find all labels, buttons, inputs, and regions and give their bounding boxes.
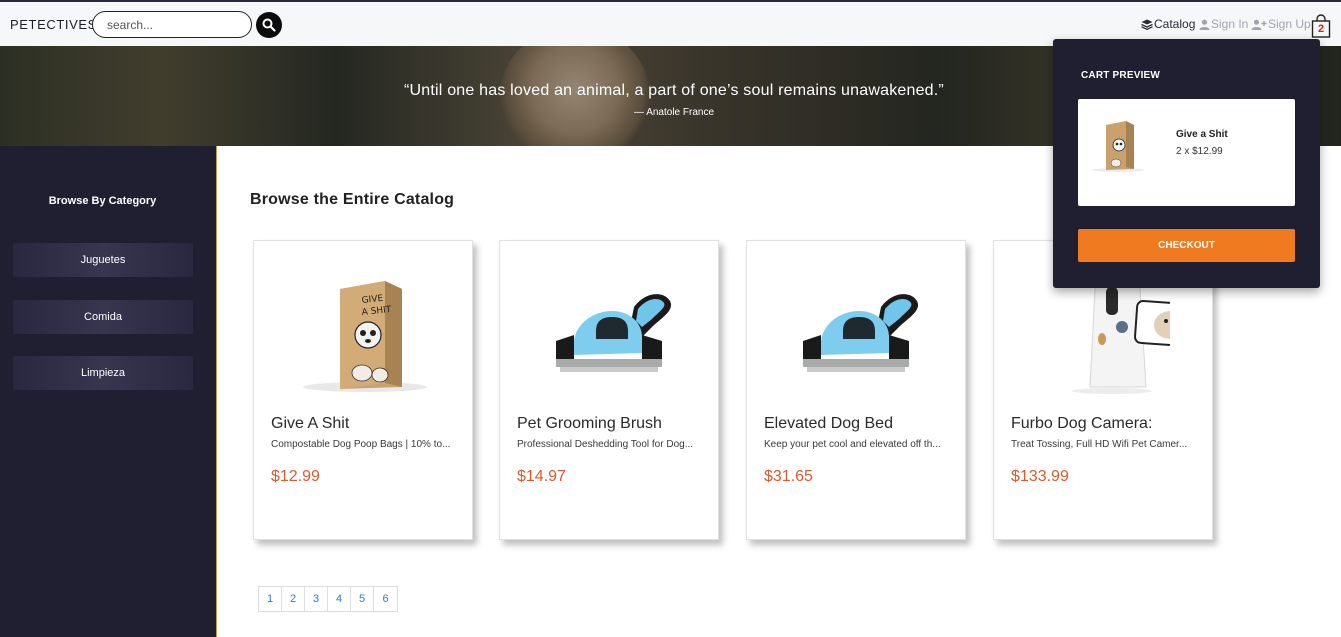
category-item-limpieza[interactable]: Limpieza xyxy=(13,356,193,390)
cart-item[interactable]: Give a Shit 2 x $12.99 xyxy=(1078,99,1295,206)
product-price: $12.99 xyxy=(271,468,320,485)
sidebar-title: Browse By Category xyxy=(48,195,157,207)
product-price: $14.97 xyxy=(517,468,566,485)
product-description: Treat Tossing, Full HD Wifi Pet Camer... xyxy=(1011,439,1188,450)
page-link-5[interactable]: 5 xyxy=(351,587,374,611)
checkout-button[interactable]: CHECKOUT xyxy=(1078,229,1295,262)
product-name: Furbo Dog Camera: xyxy=(1011,415,1153,432)
layers-icon xyxy=(1141,19,1153,30)
page-link-1[interactable]: 1 xyxy=(259,587,282,611)
product-card[interactable]: GIVE A SHIT Give A Shit Compostable Dog … xyxy=(253,240,473,540)
product-card[interactable]: Elevated Dog Bed Keep your pet cool and … xyxy=(746,240,966,540)
product-description: Professional Deshedding Tool for Dog... xyxy=(517,439,694,450)
brand-logo[interactable]: PETECTIVES xyxy=(10,17,97,32)
cart-preview-title: CART PREVIEW xyxy=(1081,70,1161,81)
cart-count-badge: 2 xyxy=(1317,23,1325,35)
category-sidebar: Browse By Category Juguetes Comida Limpi… xyxy=(0,146,217,637)
cart-preview-panel: CART PREVIEW Give a Shit 2 x $12.99 CHEC… xyxy=(1053,39,1320,288)
product-price: $31.65 xyxy=(764,468,813,485)
search-icon xyxy=(262,18,276,32)
user-icon xyxy=(1199,19,1210,30)
cart-item-quantity-price: 2 x $12.99 xyxy=(1176,146,1223,157)
nav-signup-label: Sign Up xyxy=(1268,17,1311,31)
product-description: Keep your pet cool and elevated off th..… xyxy=(764,439,941,450)
page-link-4[interactable]: 4 xyxy=(328,587,351,611)
search-button[interactable] xyxy=(256,12,282,38)
product-card[interactable]: Pet Grooming Brush Professional Desheddi… xyxy=(499,240,719,540)
product-image-poop-bags: GIVE A SHIT xyxy=(303,281,427,392)
product-name: Give A Shit xyxy=(271,415,350,432)
pagination: 1 2 3 4 5 6 xyxy=(258,586,398,612)
page-title: Browse the Entire Catalog xyxy=(250,191,455,208)
user-plus-icon xyxy=(1251,19,1267,30)
product-name: Elevated Dog Bed xyxy=(764,415,893,432)
cart-item-name: Give a Shit xyxy=(1176,129,1228,140)
page-link-2[interactable]: 2 xyxy=(282,587,305,611)
category-item-comida[interactable]: Comida xyxy=(13,300,193,334)
product-name: Pet Grooming Brush xyxy=(517,415,662,432)
nav-signin-link[interactable]: Sign In xyxy=(1199,17,1248,31)
product-description: Compostable Dog Poop Bags | 10% to... xyxy=(271,439,451,450)
category-item-juguetes[interactable]: Juguetes xyxy=(13,243,193,277)
product-image-dog-bed xyxy=(803,294,919,372)
cart-item-image xyxy=(1092,121,1144,172)
search-input[interactable] xyxy=(92,11,252,38)
nav-catalog-link[interactable]: Catalog xyxy=(1141,17,1195,31)
nav-catalog-label: Catalog xyxy=(1154,17,1196,31)
nav-signin-label: Sign In xyxy=(1211,17,1249,31)
product-image-grooming-brush xyxy=(556,294,672,372)
nav-signup-link[interactable]: Sign Up xyxy=(1251,17,1311,31)
page-link-3[interactable]: 3 xyxy=(305,587,328,611)
product-price: $133.99 xyxy=(1011,468,1069,485)
page-link-6[interactable]: 6 xyxy=(374,587,397,611)
